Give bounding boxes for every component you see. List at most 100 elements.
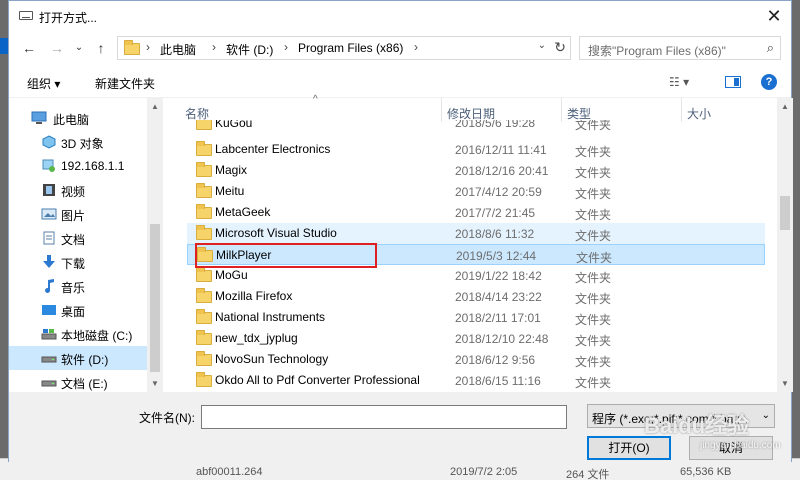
breadcrumb-this-pc[interactable]: 此电脑 [160,41,196,58]
new-folder-button[interactable]: 新建文件夹 [95,75,155,92]
back-button[interactable]: ← [19,38,39,58]
background-app-accent [0,38,8,54]
file-list-pane: ^ 名称 修改日期 类型 大小 KuGou 2018/5/6 19:28 文件夹 La… [179,94,793,392]
file-row[interactable]: NovoSun Technology 2018/6/12 9:56 文件夹 [187,349,765,370]
drive-icon [41,329,57,340]
column-headers: ^ 名称 修改日期 类型 大小 [179,94,779,122]
sidebar-item-network[interactable]: 192.168.1.1 [9,154,147,178]
organize-menu[interactable]: 组织 ▾ [27,75,60,92]
breadcrumb-separator[interactable]: › [284,40,288,54]
column-divider[interactable] [561,98,562,122]
breadcrumb-drive-d[interactable]: 软件 (D:) [226,41,273,58]
file-row[interactable]: National Instruments 2018/2/11 17:01 文件夹 [187,307,765,328]
file-type: 文件夹 [576,251,613,265]
network-location-icon [42,159,55,172]
command-bar: 组织 ▾ 新建文件夹 ☷ ▾ ? [9,64,791,98]
help-icon[interactable]: ? [761,74,777,90]
file-modified-date: 2018/12/10 22:48 [455,332,549,346]
file-name: Mozilla Firefox [215,289,293,303]
scroll-down-icon[interactable]: ▼ [777,379,793,388]
file-row[interactable]: MetaGeek 2017/7/2 21:45 文件夹 [187,202,765,223]
music-icon [45,279,54,293]
sidebar-item-drive-d[interactable]: 软件 (D:) [9,346,147,370]
file-modified-date: 2018/4/14 23:22 [455,290,542,304]
file-row[interactable]: Mozilla Firefox 2018/4/14 23:22 文件夹 [187,286,765,307]
sidebar-item-documents[interactable]: 文档 [9,226,147,250]
breadcrumb-separator[interactable]: › [146,40,150,54]
file-row[interactable]: MoGu 2019/1/22 18:42 文件夹 [187,265,765,286]
sidebar-item-downloads[interactable]: 下载 [9,250,147,274]
file-row[interactable]: new_tdx_jyplug 2018/12/10 22:48 文件夹 [187,328,765,349]
chevron-down-icon[interactable]: ⌄ [762,410,770,421]
breadcrumb-program-files-x86[interactable]: Program Files (x86) [298,41,403,55]
folder-icon [196,288,212,303]
sidebar-item-label: 音乐 [61,281,86,295]
file-row[interactable]: Meitu 2017/4/12 20:59 文件夹 [187,181,765,202]
file-modified-date: 2018/12/16 20:41 [455,164,549,178]
dialog-title: 打开方式... [39,11,98,25]
scrollbar-thumb[interactable] [780,196,790,230]
folder-icon [196,372,212,387]
background-file-name: abf00011.264 [196,466,263,478]
breadcrumb-separator[interactable]: › [414,40,418,54]
background-file-row: abf00011.264 2019/7/2 2:05 264 文件 65,536… [180,466,780,480]
download-icon [43,255,55,268]
filename-field[interactable] [201,405,567,429]
file-row[interactable]: Okdo All to Pdf Converter Professional 20… [187,370,765,391]
file-row[interactable]: Magix 2018/12/16 20:41 文件夹 [187,160,765,181]
preview-pane-icon[interactable] [725,76,741,88]
file-modified-date: 2017/7/2 21:45 [455,206,536,220]
scroll-up-icon[interactable]: ▲ [777,102,793,111]
file-row[interactable]: Labcenter Electronics 2016/12/11 11:41 文件夹 [187,139,765,160]
sidebar-item-label: 视频 [61,185,86,199]
search-box[interactable]: 搜索"Program Files (x86)" ⌕ [579,36,781,60]
navigation-pane: 此电脑 3D 对象 192.168.1.1 视频 图片 文档 下载 音乐 桌面 … [9,98,163,392]
sidebar-item-music[interactable]: 音乐 [9,274,147,298]
scroll-down-icon[interactable]: ▼ [147,379,163,388]
folder-icon [196,183,212,198]
folder-icon [197,247,213,262]
refresh-icon[interactable]: ↻ [554,39,566,56]
column-divider[interactable] [681,98,682,122]
close-button[interactable]: ✕ [757,1,791,32]
file-row[interactable]: MilkPlayer 2019/5/3 12:44 文件夹 [187,244,765,265]
forward-button[interactable]: → [47,38,67,58]
file-modified-date: 2018/2/11 17:01 [455,311,541,325]
address-dropdown-icon[interactable]: ⌄ [538,40,546,51]
folder-icon [196,162,212,177]
file-name: MilkPlayer [216,248,272,262]
folder-icon [196,351,212,366]
file-row[interactable]: KuGou 2018/5/6 19:28 文件夹 [187,120,765,139]
file-name: NovoSun Technology [215,352,329,366]
video-icon [43,184,55,196]
navigation-scrollbar[interactable]: ▲ ▼ [147,98,163,392]
sidebar-item-desktop[interactable]: 桌面 [9,298,147,322]
sidebar-item-drive-e[interactable]: 文档 (E:) [9,370,147,394]
file-row[interactable]: Microsoft Visual Studio 2018/8/6 11:32 文件夹 [187,223,765,244]
file-type: 文件夹 [575,187,612,201]
search-placeholder: 搜索"Program Files (x86)" [588,44,726,58]
sidebar-item-label: 文档 (E:) [61,377,108,391]
sidebar-item-label: 下载 [61,257,86,271]
file-name: National Instruments [215,310,326,324]
breadcrumb-separator[interactable]: › [212,40,216,54]
filename-input[interactable] [202,406,566,428]
file-type: 文件夹 [575,208,612,222]
recent-locations-button[interactable]: ⌄ [69,38,89,58]
sidebar-item-videos[interactable]: 视频 [9,178,147,202]
view-options-icon[interactable]: ☷ ▾ [669,75,689,89]
sidebar-item-3d-objects[interactable]: 3D 对象 [9,130,147,154]
file-type: 文件夹 [575,292,612,306]
folder-icon [196,267,212,282]
sidebar-item-drive-c[interactable]: 本地磁盘 (C:) [9,322,147,346]
address-bar[interactable]: › 此电脑 › 软件 (D:) › Program Files (x86) › … [117,36,571,60]
sidebar-item-this-pc[interactable]: 此电脑 [9,106,147,130]
sidebar-item-pictures[interactable]: 图片 [9,202,147,226]
up-button[interactable]: ↑ [91,38,111,58]
file-list-scrollbar[interactable]: ▲ ▼ [777,98,793,392]
file-type: 文件夹 [575,166,612,180]
column-divider[interactable] [441,98,442,122]
scroll-up-icon[interactable]: ▲ [147,102,163,111]
scrollbar-thumb[interactable] [150,224,160,372]
search-icon[interactable]: ⌕ [767,40,774,56]
